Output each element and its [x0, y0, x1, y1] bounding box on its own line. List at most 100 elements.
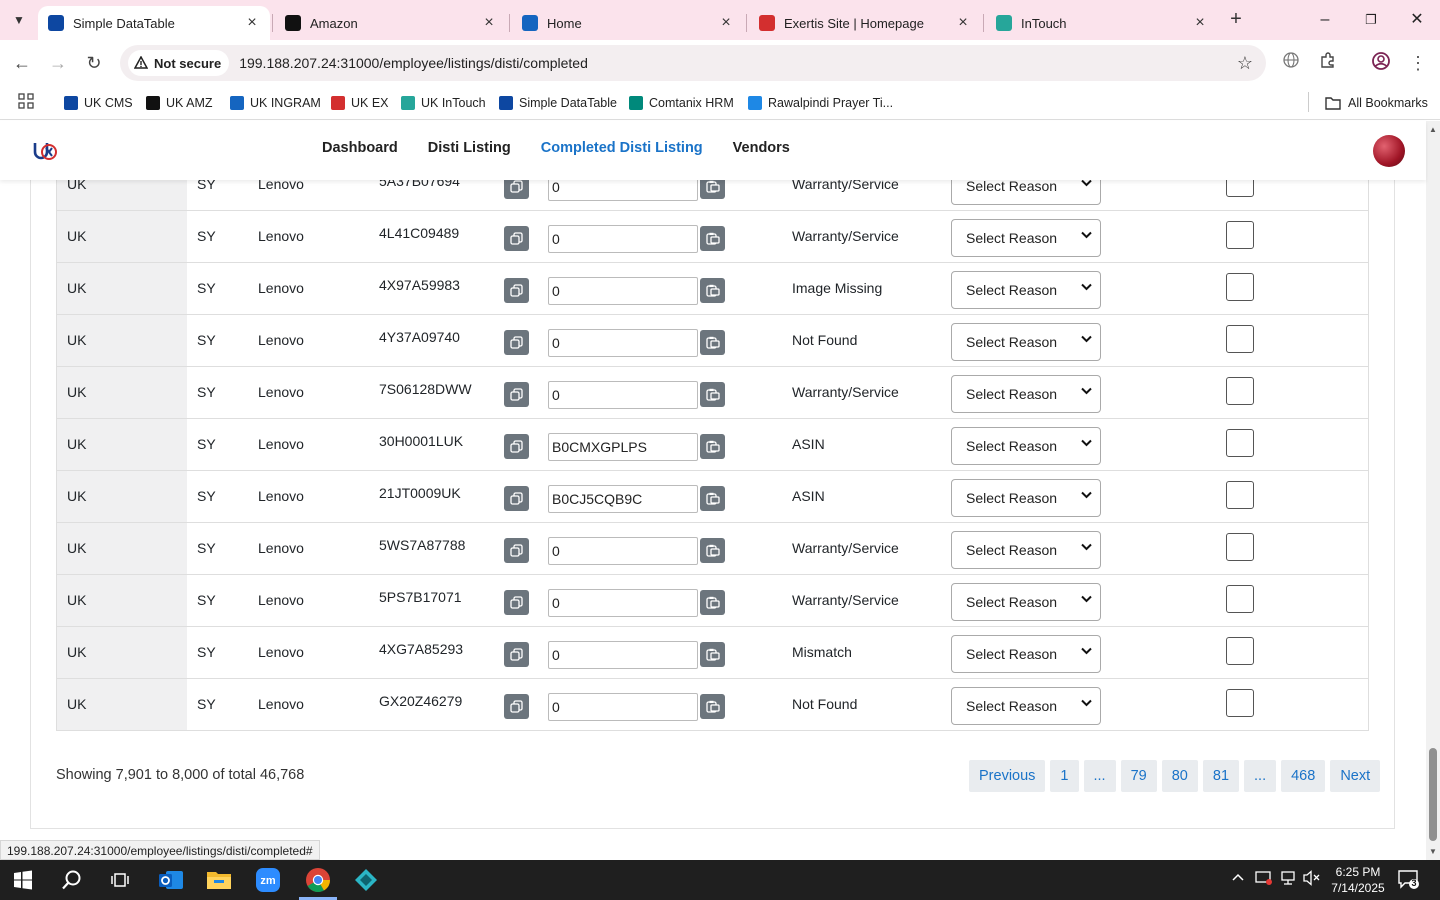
reason-select[interactable]: Select Reason: [951, 375, 1101, 413]
paste-asin-button[interactable]: [700, 538, 725, 563]
row-checkbox[interactable]: [1226, 325, 1254, 353]
bookmark-star-icon[interactable]: ☆: [1230, 53, 1260, 74]
copy-mpn-button[interactable]: [504, 694, 529, 719]
reason-select[interactable]: Select Reason: [951, 687, 1101, 725]
row-checkbox[interactable]: [1226, 429, 1254, 457]
pagination-page[interactable]: 81: [1202, 760, 1240, 792]
pagination-page[interactable]: 468: [1281, 760, 1326, 792]
tab-search-chevron-icon[interactable]: ▼: [6, 7, 32, 33]
tab-close-icon[interactable]: ×: [244, 14, 260, 32]
close-window-icon[interactable]: ✕: [1402, 8, 1432, 32]
nav-vendors[interactable]: Vendors: [733, 140, 790, 156]
minimize-icon[interactable]: –: [1310, 8, 1340, 32]
copy-mpn-button[interactable]: [504, 278, 529, 303]
asin-input[interactable]: [548, 381, 698, 409]
apps-grid-icon[interactable]: [18, 93, 34, 109]
ethernet-icon[interactable]: [1279, 870, 1297, 889]
asin-input[interactable]: [548, 537, 698, 565]
bookmark-item[interactable]: Simple DataTable: [499, 92, 617, 114]
paste-asin-button[interactable]: [700, 434, 725, 459]
row-checkbox[interactable]: [1226, 377, 1254, 405]
row-checkbox[interactable]: [1226, 273, 1254, 301]
reason-select[interactable]: Select Reason: [951, 583, 1101, 621]
asin-input[interactable]: [548, 277, 698, 305]
asin-input[interactable]: [548, 225, 698, 253]
reason-select[interactable]: Select Reason: [951, 271, 1101, 309]
copy-mpn-button[interactable]: [504, 330, 529, 355]
browser-tab[interactable]: InTouch ×: [986, 6, 1218, 40]
kebab-menu-icon[interactable]: ⋮: [1406, 51, 1430, 75]
file-explorer-folder-icon[interactable]: [204, 865, 234, 895]
bookmark-item[interactable]: Rawalpindi Prayer Ti...: [748, 92, 893, 114]
translate-globe-icon[interactable]: [1279, 51, 1303, 75]
row-checkbox[interactable]: [1226, 533, 1254, 561]
asin-input[interactable]: [548, 693, 698, 721]
tab-close-icon[interactable]: ×: [481, 14, 497, 32]
reason-select[interactable]: Select Reason: [951, 323, 1101, 361]
volume-muted-icon[interactable]: [1303, 870, 1321, 889]
pagination-next[interactable]: Next: [1330, 760, 1381, 792]
reason-select[interactable]: Select Reason: [951, 219, 1101, 257]
reason-select[interactable]: Select Reason: [951, 180, 1101, 205]
paste-asin-button[interactable]: [700, 590, 725, 615]
bookmark-item[interactable]: UK CMS: [64, 92, 133, 114]
nav-completed-disti-listing[interactable]: Completed Disti Listing: [541, 140, 703, 156]
row-checkbox[interactable]: [1226, 481, 1254, 509]
bookmark-item[interactable]: UK InTouch: [401, 92, 486, 114]
scroll-up-arrow-icon[interactable]: ▲: [1429, 125, 1437, 134]
asin-input[interactable]: [548, 329, 698, 357]
outlook-icon[interactable]: [156, 865, 186, 895]
tab-close-icon[interactable]: ×: [1192, 14, 1208, 32]
browser-tab[interactable]: Amazon ×: [275, 6, 507, 40]
reason-select[interactable]: Select Reason: [951, 479, 1101, 517]
row-checkbox[interactable]: [1226, 689, 1254, 717]
site-info-chip[interactable]: Not secure: [128, 50, 230, 76]
omnibox[interactable]: Not secure 199.188.207.24:31000/employee…: [120, 45, 1266, 81]
restore-icon[interactable]: ❐: [1356, 8, 1386, 32]
browser-tab[interactable]: Simple DataTable ×: [38, 6, 270, 40]
all-bookmarks[interactable]: All Bookmarks: [1325, 92, 1428, 114]
new-tab-plus-icon[interactable]: +: [1224, 8, 1248, 32]
reason-select[interactable]: Select Reason: [951, 531, 1101, 569]
forward-arrow-icon[interactable]: →: [46, 51, 70, 75]
windows-start-icon[interactable]: [8, 865, 38, 895]
paste-asin-button[interactable]: [700, 642, 725, 667]
asin-input[interactable]: [548, 180, 698, 201]
copy-mpn-button[interactable]: [504, 382, 529, 407]
user-avatar[interactable]: [1373, 135, 1405, 167]
pagination-page[interactable]: 80: [1161, 760, 1198, 792]
asin-input[interactable]: [548, 433, 698, 461]
browser-tab[interactable]: Home ×: [512, 6, 744, 40]
network-monitor-icon[interactable]: [1255, 870, 1273, 889]
paste-asin-button[interactable]: [700, 180, 725, 199]
copy-mpn-button[interactable]: [504, 538, 529, 563]
zoom-icon[interactable]: zm: [253, 865, 283, 895]
nav-dashboard[interactable]: Dashboard: [322, 140, 398, 156]
scrollbar-thumb[interactable]: [1429, 748, 1437, 841]
asin-input[interactable]: [548, 485, 698, 513]
asin-input[interactable]: [548, 641, 698, 669]
reason-select[interactable]: Select Reason: [951, 635, 1101, 673]
browser-tab[interactable]: Exertis Site | Homepage ×: [749, 6, 981, 40]
page-scrollbar[interactable]: ▲ ▼: [1426, 121, 1440, 860]
asin-input[interactable]: [548, 589, 698, 617]
extensions-puzzle-icon[interactable]: [1316, 51, 1340, 75]
task-view-icon[interactable]: [105, 865, 135, 895]
row-checkbox[interactable]: [1226, 221, 1254, 249]
row-checkbox[interactable]: [1226, 637, 1254, 665]
paste-asin-button[interactable]: [700, 486, 725, 511]
profile-icon[interactable]: [1369, 51, 1393, 75]
tab-close-icon[interactable]: ×: [955, 14, 971, 32]
row-checkbox[interactable]: [1226, 180, 1254, 197]
pagination-page[interactable]: 79: [1120, 760, 1157, 792]
back-arrow-icon[interactable]: ←: [10, 51, 34, 75]
reload-icon[interactable]: ↻: [82, 51, 106, 75]
paste-asin-button[interactable]: [700, 278, 725, 303]
search-icon[interactable]: [57, 865, 87, 895]
paste-asin-button[interactable]: [700, 330, 725, 355]
copy-mpn-button[interactable]: [504, 590, 529, 615]
pagination-previous[interactable]: Previous: [969, 760, 1046, 792]
copy-mpn-button[interactable]: [504, 226, 529, 251]
copy-mpn-button[interactable]: [504, 642, 529, 667]
bookmark-item[interactable]: UK AMZ: [146, 92, 213, 114]
